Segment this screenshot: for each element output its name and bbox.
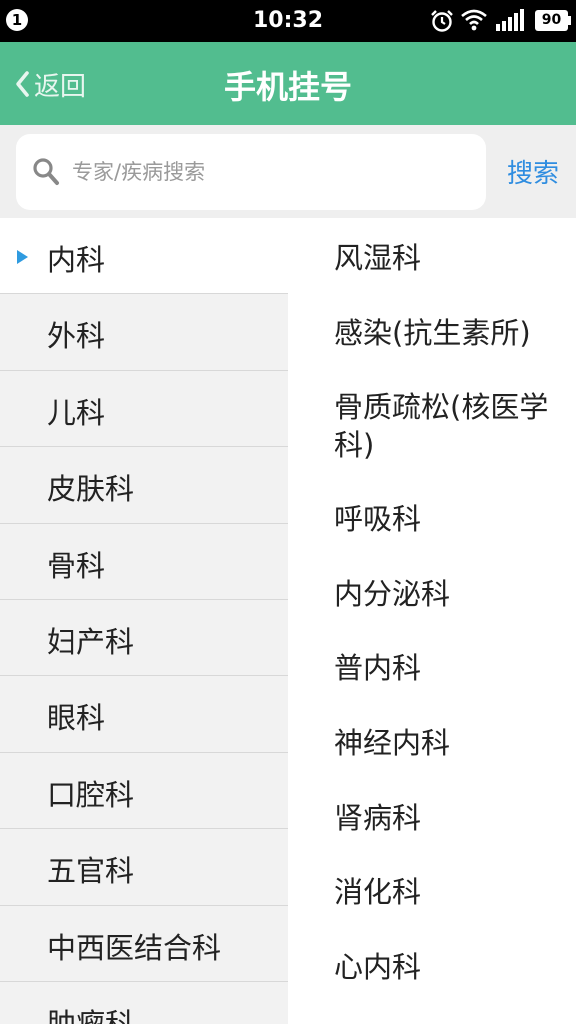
department-item-oncology[interactable]: 肿瘤科	[0, 982, 288, 1024]
department-label: 中西医结合科	[47, 930, 222, 965]
department-label: 妇产科	[47, 624, 135, 659]
sub-department-item[interactable]: 心内科	[334, 948, 564, 986]
sub-department-item[interactable]: 神经内科	[334, 724, 564, 762]
status-bar: 1 10:32 90	[0, 0, 576, 42]
sub-department-item[interactable]: 普内科	[334, 649, 564, 687]
battery-level: 90	[535, 10, 568, 31]
department-label: 五官科	[47, 854, 135, 889]
department-label: 内科	[47, 243, 106, 277]
battery-tip	[568, 16, 571, 25]
department-item-ent[interactable]: 五官科	[0, 829, 288, 906]
department-label: 骨科	[47, 548, 106, 583]
alarm-icon	[431, 10, 453, 32]
department-item-obstetrics[interactable]: 妇产科	[0, 600, 288, 677]
department-label: 眼科	[47, 701, 106, 736]
department-label: 皮肤科	[47, 472, 135, 507]
department-item-stomatology[interactable]: 口腔科	[0, 753, 288, 830]
signal-icon	[496, 9, 524, 31]
sub-department-item[interactable]: 呼吸科	[334, 500, 564, 538]
department-item-pediatrics[interactable]: 儿科	[0, 371, 288, 448]
header-bar: 返回 手机挂号	[0, 42, 576, 125]
sub-department-item[interactable]: 风湿科	[334, 239, 564, 277]
sub-department-list: 风湿科 感染(抗生素所) 骨质疏松(核医学科) 呼吸科 内分泌科 普内科 神经内…	[288, 218, 576, 1024]
sub-department-item[interactable]: 消化科	[334, 873, 564, 911]
department-item-dermatology[interactable]: 皮肤科	[0, 447, 288, 524]
department-label: 外科	[47, 319, 106, 354]
department-label: 儿科	[47, 395, 106, 430]
battery-icon: 90	[535, 10, 571, 31]
department-label: 肿瘤科	[47, 1006, 135, 1024]
status-time: 10:32	[252, 8, 324, 33]
search-bar: 搜索	[0, 125, 576, 218]
sub-department-item[interactable]: 感染(抗生素所)	[334, 314, 564, 352]
sub-department-item[interactable]: 内分泌科	[334, 575, 564, 613]
department-item-orthopedics[interactable]: 骨科	[0, 524, 288, 600]
department-label: 口腔科	[47, 777, 135, 812]
department-item-ophthalmology[interactable]: 眼科	[0, 676, 288, 753]
department-list: 内科 外科 儿科 皮肤科 骨科 妇产科 眼科 口腔科 五官科 中西医结合科 肿瘤…	[0, 218, 288, 1024]
sub-department-item[interactable]: 骨质疏松(核医学科)	[334, 388, 564, 464]
page-title: 手机挂号	[223, 68, 352, 106]
selected-indicator-icon	[17, 250, 28, 264]
search-icon	[33, 158, 59, 185]
department-item-surgery[interactable]: 外科	[0, 294, 288, 371]
search-button[interactable]: 搜索	[496, 153, 570, 189]
department-item-internal-medicine[interactable]: 内科	[0, 218, 288, 295]
wifi-icon	[461, 9, 487, 31]
sub-department-item[interactable]: 肾病科	[334, 799, 564, 837]
search-box[interactable]	[16, 134, 486, 210]
department-item-integrated-medicine[interactable]: 中西医结合科	[0, 906, 288, 982]
search-input[interactable]	[72, 134, 472, 210]
